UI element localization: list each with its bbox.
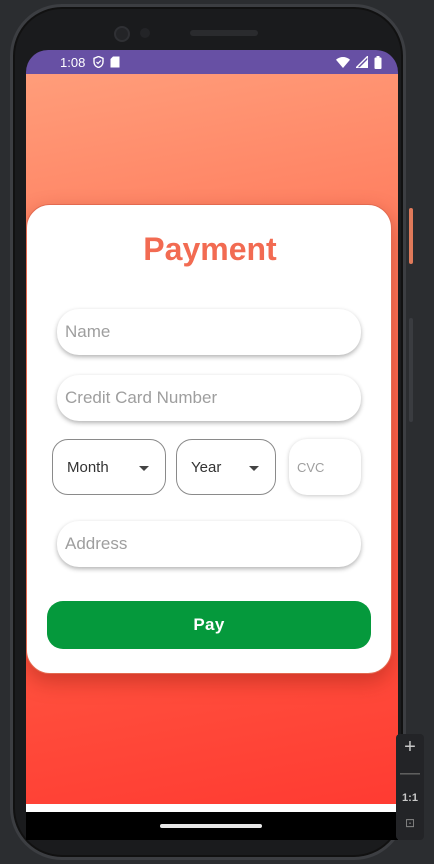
device-screen: 1:08 Payment Name Credit Card Number Mon…: [26, 50, 398, 840]
month-label: Month: [67, 458, 109, 476]
caret-down-icon: [249, 466, 259, 471]
payment-card: Payment Name Credit Card Number Month Ye…: [26, 204, 392, 674]
home-indicator[interactable]: [160, 824, 262, 828]
status-bar: 1:08: [26, 50, 398, 74]
address-placeholder: Address: [65, 534, 128, 553]
pay-button-label: Pay: [193, 615, 225, 634]
cvc-field[interactable]: CVC: [289, 439, 361, 495]
page-title: Payment: [143, 231, 277, 267]
signal-icon: [356, 56, 368, 68]
wifi-icon: [336, 56, 350, 68]
gesture-nav-bar: [26, 812, 398, 840]
status-time: 1:08: [60, 54, 86, 70]
shield-icon: [93, 56, 105, 68]
nav-divider: [26, 804, 398, 812]
zoom-in-button[interactable]: +: [396, 736, 424, 759]
emulator-zoom-toolbar: + — 1:1 ⊡: [396, 734, 424, 840]
sensor-icon: [140, 28, 150, 38]
month-dropdown[interactable]: Month: [52, 439, 166, 495]
credit-card-number-field[interactable]: Credit Card Number: [57, 375, 361, 421]
app-content: Payment Name Credit Card Number Month Ye…: [26, 74, 398, 804]
caret-down-icon: [139, 466, 149, 471]
battery-icon: [374, 55, 382, 69]
volume-button[interactable]: [409, 318, 413, 422]
sd-card-icon: [110, 56, 120, 68]
name-field[interactable]: Name: [57, 309, 361, 355]
year-label: Year: [191, 458, 222, 476]
year-dropdown[interactable]: Year: [176, 439, 276, 495]
power-button[interactable]: [409, 208, 413, 264]
credit-card-number-placeholder: Credit Card Number: [65, 388, 218, 407]
cvc-placeholder: CVC: [297, 459, 325, 475]
zoom-out-button[interactable]: —: [396, 762, 424, 785]
front-camera-icon: [114, 26, 130, 42]
fit-screen-icon[interactable]: ⊡: [396, 816, 424, 830]
earpiece-speaker: [190, 30, 258, 36]
pay-button[interactable]: Pay: [47, 601, 371, 649]
actual-size-button[interactable]: 1:1: [396, 792, 424, 804]
name-placeholder: Name: [65, 322, 111, 341]
address-field[interactable]: Address: [57, 521, 361, 567]
